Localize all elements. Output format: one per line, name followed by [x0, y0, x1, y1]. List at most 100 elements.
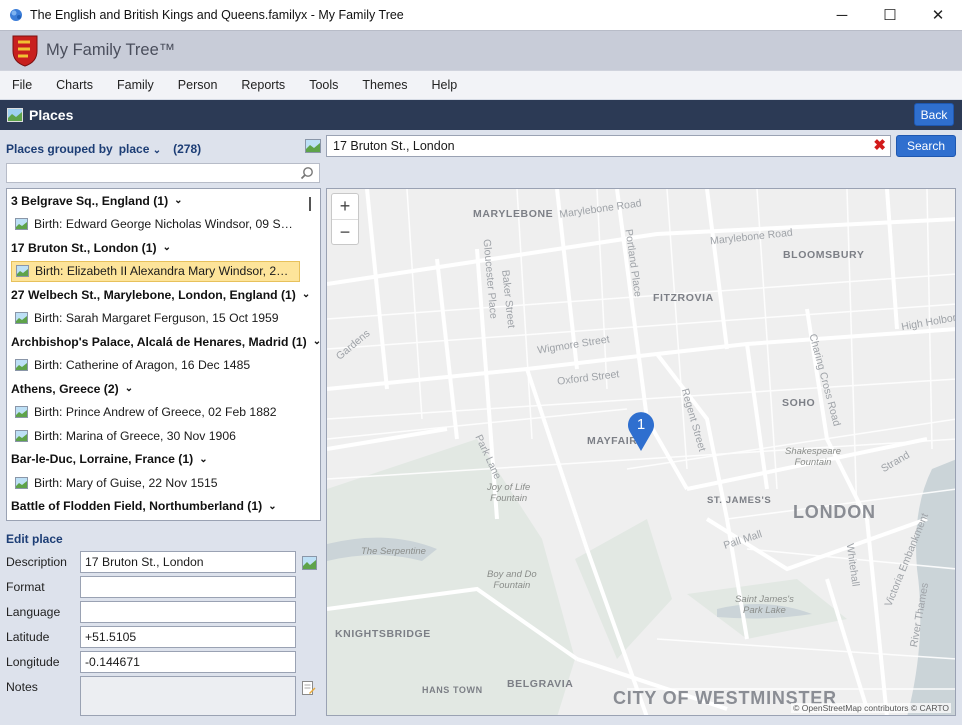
- map-view-icon[interactable]: [305, 139, 321, 153]
- zoom-out-button[interactable]: −: [332, 219, 358, 244]
- chevron-down-icon: ⌄: [268, 500, 277, 512]
- menu-help[interactable]: Help: [420, 78, 470, 92]
- scrollbar-thumb[interactable]: [309, 197, 311, 211]
- window-title-bar: The English and British Kings and Queens…: [0, 0, 962, 30]
- location-marker[interactable]: 1: [625, 410, 657, 452]
- place-group-header[interactable]: Athens, Greece (2) ⌄: [7, 377, 320, 401]
- language-field[interactable]: [80, 601, 296, 623]
- map-label-joy-of-life: Joy of Life Fountain: [487, 482, 531, 504]
- event-picture-icon: [15, 312, 28, 325]
- place-event-text: Birth: Elizabeth II Alexandra Mary Winds…: [35, 264, 291, 278]
- map-icon: [7, 108, 23, 122]
- places-count: (278): [173, 142, 202, 156]
- menu-person[interactable]: Person: [166, 78, 230, 92]
- language-label: Language: [6, 605, 61, 619]
- menu-reports[interactable]: Reports: [229, 78, 297, 92]
- place-group-header[interactable]: Bar-le-Duc, Lorraine, France (1) ⌄: [7, 448, 320, 472]
- place-event-item[interactable]: Birth: Catherine of Aragon, 16 Dec 1485: [7, 354, 320, 378]
- map-label-st-james: ST. JAMES'S: [707, 495, 772, 506]
- place-group-name: Athens, Greece (2): [11, 381, 119, 396]
- places-filter-input[interactable]: [6, 163, 320, 183]
- map-label-london: LONDON: [793, 502, 876, 522]
- notes-row: Notes: [6, 676, 80, 698]
- format-field[interactable]: [80, 576, 296, 598]
- page-title: Places: [29, 107, 74, 123]
- description-label: Description: [6, 555, 67, 569]
- map-attribution[interactable]: © OpenStreetMap contributors © CARTO: [791, 703, 951, 713]
- chevron-down-icon: ⌄: [152, 145, 162, 156]
- place-group-header[interactable]: 27 Welbech St., Marylebone, London, Engl…: [7, 283, 320, 307]
- menu-family[interactable]: Family: [105, 78, 166, 92]
- maximize-button[interactable]: ☐: [866, 0, 914, 30]
- chevron-down-icon: ⌄: [199, 453, 208, 465]
- map-label-st-james-park: Saint James's Park Lake: [735, 594, 794, 616]
- place-event-item[interactable]: Birth: Edward George Nicholas Windsor, 0…: [7, 213, 320, 237]
- place-event-item[interactable]: Birth: Prince Andrew of Greece, 02 Feb 1…: [7, 401, 320, 425]
- search-icon[interactable]: [300, 166, 314, 180]
- edit-note-icon[interactable]: [302, 681, 316, 696]
- map-label-soho: SOHO: [782, 397, 816, 409]
- format-label: Format: [6, 580, 45, 594]
- menu-charts[interactable]: Charts: [44, 78, 105, 92]
- group-by-value: place: [118, 142, 150, 156]
- place-event-item-selected[interactable]: Birth: Elizabeth II Alexandra Mary Winds…: [11, 260, 300, 282]
- chevron-down-icon: ⌄: [124, 383, 134, 395]
- search-button[interactable]: Search: [896, 135, 956, 157]
- chevron-down-icon: ⌄: [162, 242, 171, 254]
- place-group-name: Battle of Flodden Field, Northumberland …: [11, 499, 263, 514]
- edit-place-title: Edit place: [6, 532, 63, 546]
- place-group-name: Archbishop's Palace, Alcalá de Henares, …: [11, 334, 307, 349]
- map-search-input[interactable]: 17 Bruton St., London ✖: [326, 135, 891, 157]
- places-list[interactable]: 3 Belgrave Sq., England (1) ⌄ Birth: Edwa…: [6, 188, 321, 521]
- description-field[interactable]: 17 Bruton St., London: [80, 551, 296, 573]
- menu-themes[interactable]: Themes: [350, 78, 419, 92]
- map-label-belgravia: BELGRAVIA: [507, 678, 574, 690]
- zoom-in-button[interactable]: +: [332, 194, 358, 219]
- map-search-value: 17 Bruton St., London: [333, 139, 455, 153]
- longitude-field[interactable]: -0.144671: [80, 651, 296, 673]
- map-label-hans-town: HANS TOWN: [422, 685, 483, 695]
- minimize-button[interactable]: ─: [818, 0, 866, 30]
- description-row: Description 17 Bruton St., London: [6, 551, 296, 573]
- chevron-down-icon: ⌄: [301, 289, 311, 301]
- notes-label: Notes: [6, 680, 38, 694]
- place-group-name: 27 Welbech St., Marylebone, London, Engl…: [11, 287, 296, 302]
- menu-bar: File Charts Family Person Reports Tools …: [0, 70, 962, 99]
- clear-icon[interactable]: ✖: [873, 138, 886, 154]
- marker-count: 1: [636, 416, 646, 433]
- place-event-text: Birth: Sarah Margaret Ferguson, 15 Oct 1…: [34, 311, 279, 326]
- place-group-header[interactable]: 3 Belgrave Sq., England (1) ⌄: [7, 189, 320, 213]
- zoom-control: + −: [331, 193, 359, 245]
- latitude-row: Latitude +51.5105: [6, 626, 296, 648]
- notes-field[interactable]: [80, 676, 296, 716]
- royal-shield-logo-icon: [12, 35, 38, 67]
- place-group-name: 3 Belgrave Sq., England (1): [11, 193, 169, 208]
- map-picker-icon[interactable]: [302, 556, 317, 570]
- latitude-field[interactable]: +51.5105: [80, 626, 296, 648]
- menu-tools[interactable]: Tools: [297, 78, 350, 92]
- place-group-header[interactable]: Archbishop's Palace, Alcalá de Henares, …: [7, 330, 320, 354]
- back-button[interactable]: Back: [914, 103, 954, 126]
- chevron-down-icon: ⌄: [174, 195, 183, 207]
- place-group-header[interactable]: Battle of Flodden Field, Northumberland …: [7, 495, 320, 519]
- menu-file[interactable]: File: [0, 78, 44, 92]
- places-view: Places grouped by place ⌄ (278) 3 Belgra…: [0, 130, 962, 725]
- place-event-item[interactable]: Birth: Mary of Guise, 22 Nov 1515: [7, 471, 320, 495]
- map-label-boy-and-dolphin: Boy and Do Fountain: [487, 569, 537, 591]
- map-view[interactable]: + − MARYLEBONE BLOOMSBURY FITZROVIA SOHO…: [326, 188, 956, 716]
- chevron-down-icon: ⌄: [312, 336, 321, 348]
- event-picture-icon: [15, 218, 28, 231]
- event-picture-icon: [15, 476, 28, 489]
- brand-name: My Family Tree™: [46, 41, 176, 59]
- group-by-dropdown[interactable]: place ⌄: [119, 142, 161, 156]
- map-label-serpentine: The Serpentine: [361, 546, 426, 557]
- longitude-row: Longitude -0.144671: [6, 651, 296, 673]
- language-row: Language: [6, 601, 296, 623]
- place-event-item[interactable]: Birth: Sarah Margaret Ferguson, 15 Oct 1…: [7, 307, 320, 331]
- close-button[interactable]: ✕: [914, 0, 962, 30]
- place-event-item[interactable]: Birth: Marina of Greece, 30 Nov 1906: [7, 424, 320, 448]
- place-group-header[interactable]: 17 Bruton St., London (1) ⌄: [7, 236, 320, 260]
- format-row: Format: [6, 576, 296, 598]
- place-event-text: Birth: Marina of Greece, 30 Nov 1906: [34, 428, 236, 443]
- event-picture-icon: [16, 265, 29, 277]
